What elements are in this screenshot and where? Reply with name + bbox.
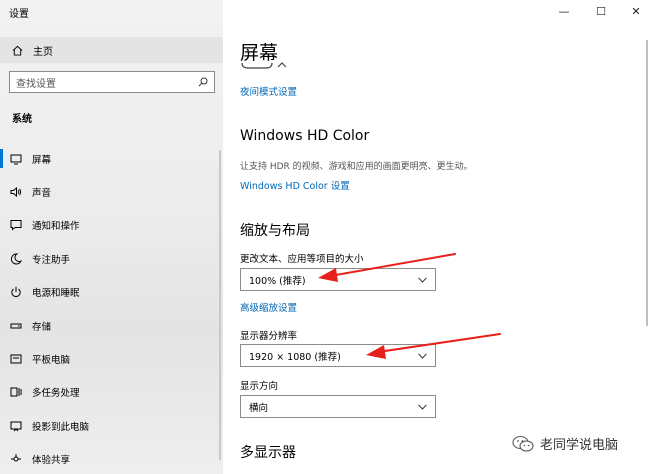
sidebar-item-notifications[interactable]: 通知和操作 [0, 209, 223, 242]
page-title: 屏幕 [240, 42, 279, 64]
sidebar-item-project[interactable]: 投影到此电脑 [0, 409, 223, 442]
window-title: 设置 [9, 9, 29, 20]
chevron-down-icon [418, 403, 427, 410]
sidebar-home-label: 主页 [33, 46, 53, 58]
chevron-down-icon [418, 276, 427, 283]
resolution-dropdown[interactable]: 1920 × 1080 (推荐) [240, 344, 436, 367]
search-input[interactable]: 查找设置 [9, 71, 215, 93]
speaker-icon [10, 187, 22, 198]
advanced-scaling-link[interactable]: 高级缩放设置 [240, 300, 297, 314]
watermark: 老同学说电脑 [512, 434, 618, 453]
minimize-button[interactable]: — [555, 4, 573, 18]
sidebar-item-multitasking[interactable]: 多任务处理 [0, 376, 223, 409]
sidebar-item-display[interactable]: 屏幕 [0, 142, 223, 175]
power-icon [11, 287, 21, 298]
night-light-settings-link[interactable]: 夜间模式设置 [240, 84, 297, 98]
resolution-dropdown-value: 1920 × 1080 (推荐) [249, 351, 341, 363]
sidebar: 设置 主页 查找设置 系统 屏幕 声音 通知和操作 专注助手 电源和睡眠 存储 … [0, 0, 223, 474]
home-icon [12, 45, 23, 56]
sidebar-item-label: 多任务处理 [32, 388, 80, 400]
sidebar-item-sound[interactable]: 声音 [0, 175, 223, 208]
hdr-settings-link[interactable]: Windows HD Color 设置 [240, 178, 350, 192]
section-heading: 系统 [12, 114, 32, 125]
scale-dropdown[interactable]: 100% (推荐) [240, 268, 436, 291]
scale-size-label: 更改文本、应用等项目的大小 [240, 254, 364, 265]
sidebar-item-label: 专注助手 [32, 254, 71, 266]
sidebar-item-tablet[interactable]: 平板电脑 [0, 342, 223, 375]
sidebar-item-label: 电源和睡眠 [32, 288, 80, 300]
main-scrollbar[interactable] [646, 40, 648, 326]
sidebar-item-label: 平板电脑 [32, 355, 71, 367]
sidebar-home[interactable]: 主页 [0, 37, 223, 63]
multitask-icon [10, 387, 22, 397]
sidebar-item-label: 存储 [32, 321, 52, 333]
hdr-description: 让支持 HDR 的视频、游戏和应用的画面更明亮、更生动。 [240, 162, 473, 172]
orientation-dropdown[interactable]: 横向 [240, 395, 436, 418]
sidebar-item-label: 投影到此电脑 [32, 421, 90, 433]
watermark-text: 老同学说电脑 [540, 438, 619, 453]
scale-dropdown-value: 100% (推荐) [249, 275, 306, 287]
share-icon [11, 454, 21, 462]
sidebar-item-label: 通知和操作 [32, 221, 80, 233]
search-icon [198, 77, 208, 87]
monitor-icon [10, 154, 22, 165]
notification-icon [10, 220, 22, 232]
sidebar-scrollbar[interactable] [219, 150, 221, 460]
orientation-dropdown-value: 横向 [249, 402, 269, 414]
sidebar-item-label: 体验共享 [32, 455, 71, 467]
storage-icon [10, 323, 22, 329]
sidebar-item-label: 屏幕 [32, 154, 52, 166]
maximize-button[interactable]: ☐ [592, 4, 610, 18]
wechat-icon [512, 435, 534, 452]
sidebar-item-shared-experiences[interactable]: 体验共享 [0, 443, 223, 474]
sidebar-item-focus-assist[interactable]: 专注助手 [0, 242, 223, 275]
multi-display-heading: 多显示器 [240, 445, 296, 461]
project-icon [10, 421, 22, 432]
scale-layout-heading: 缩放与布局 [240, 223, 310, 239]
moon-icon [10, 253, 22, 265]
search-placeholder: 查找设置 [16, 78, 56, 90]
resolution-label: 显示器分辨率 [240, 331, 298, 342]
tablet-icon [10, 354, 22, 364]
sidebar-item-power[interactable]: 电源和睡眠 [0, 276, 223, 309]
partial-toggle-icon [241, 62, 287, 69]
sidebar-nav: 屏幕 声音 通知和操作 专注助手 电源和睡眠 存储 平板电脑 多任务处理 投影到… [0, 142, 223, 474]
close-button[interactable]: ✕ [627, 4, 645, 18]
sidebar-item-storage[interactable]: 存储 [0, 309, 223, 342]
sidebar-item-label: 声音 [32, 188, 52, 200]
chevron-down-icon [418, 352, 427, 359]
hdr-heading: Windows HD Color [240, 128, 370, 144]
orientation-label: 显示方向 [240, 381, 279, 392]
